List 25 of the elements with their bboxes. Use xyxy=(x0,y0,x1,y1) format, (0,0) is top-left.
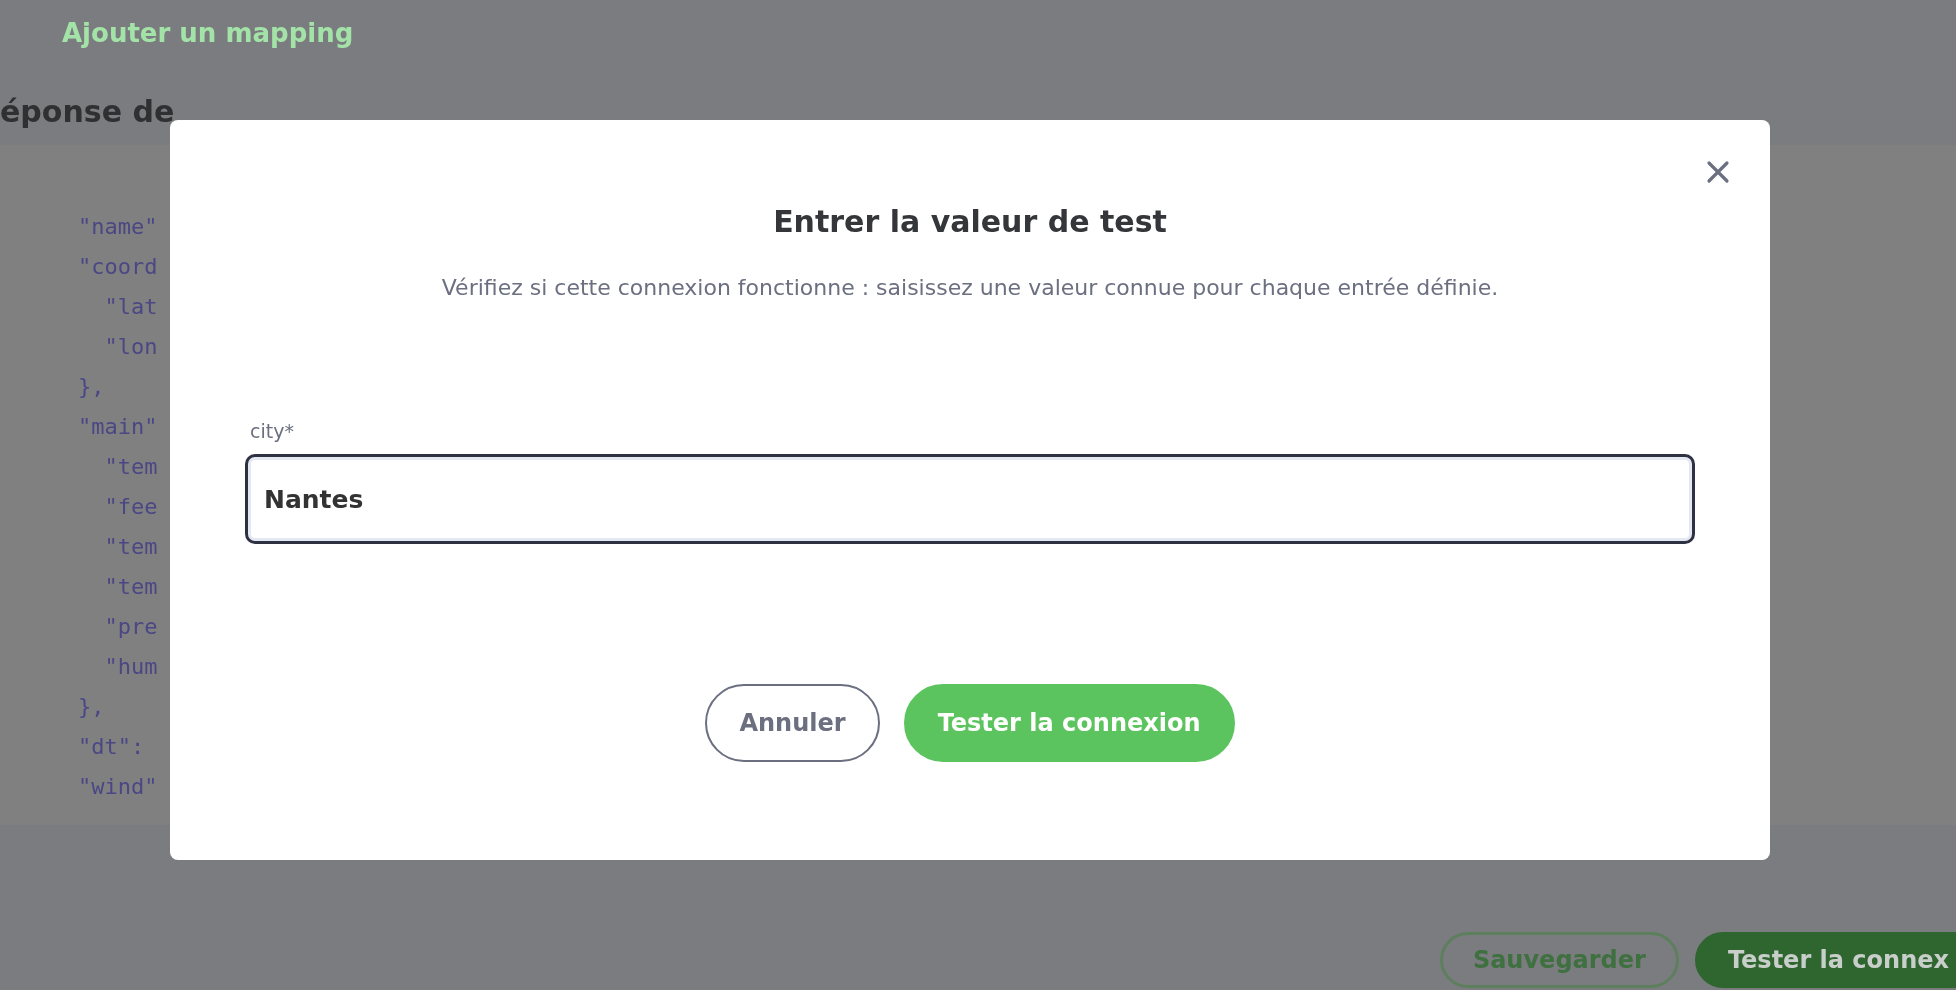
code-line: "tem xyxy=(103,453,158,481)
code-line: "hum xyxy=(103,653,158,681)
code-line: }, xyxy=(78,693,105,721)
code-line: "main" xyxy=(78,413,158,441)
dialog-description: Vérifiez si cette connexion fonctionne : saisissez une valeur connue pour chaque entrée définie. xyxy=(441,275,1499,300)
code-line: }, xyxy=(78,373,105,401)
test-connection-button[interactable]: Tester la connexion xyxy=(903,684,1235,762)
code-line: "tem xyxy=(103,573,158,601)
section-title: éponse de xyxy=(0,94,175,129)
cancel-button[interactable]: Annuler xyxy=(705,684,880,762)
code-line: "lon xyxy=(103,333,158,361)
code-line: "name" xyxy=(78,213,158,241)
close-icon[interactable] xyxy=(1706,160,1730,184)
code-line: "tem xyxy=(103,533,158,561)
field-label: city* xyxy=(250,420,294,442)
code-line: "dt": xyxy=(78,733,145,761)
add-mapping-link[interactable]: Ajouter un mapping xyxy=(0,0,354,58)
code-line: "lat xyxy=(103,293,158,321)
test-connection-button[interactable]: Tester la connex xyxy=(1694,932,1956,988)
dialog-title: Entrer la valeur de test xyxy=(773,204,1167,239)
code-line: "pre xyxy=(103,613,158,641)
code-line: "coord xyxy=(78,253,158,281)
code-line: "fee xyxy=(103,493,158,521)
input-field[interactable]: Nantes xyxy=(245,454,1695,544)
code-line: "wind" xyxy=(78,773,158,801)
